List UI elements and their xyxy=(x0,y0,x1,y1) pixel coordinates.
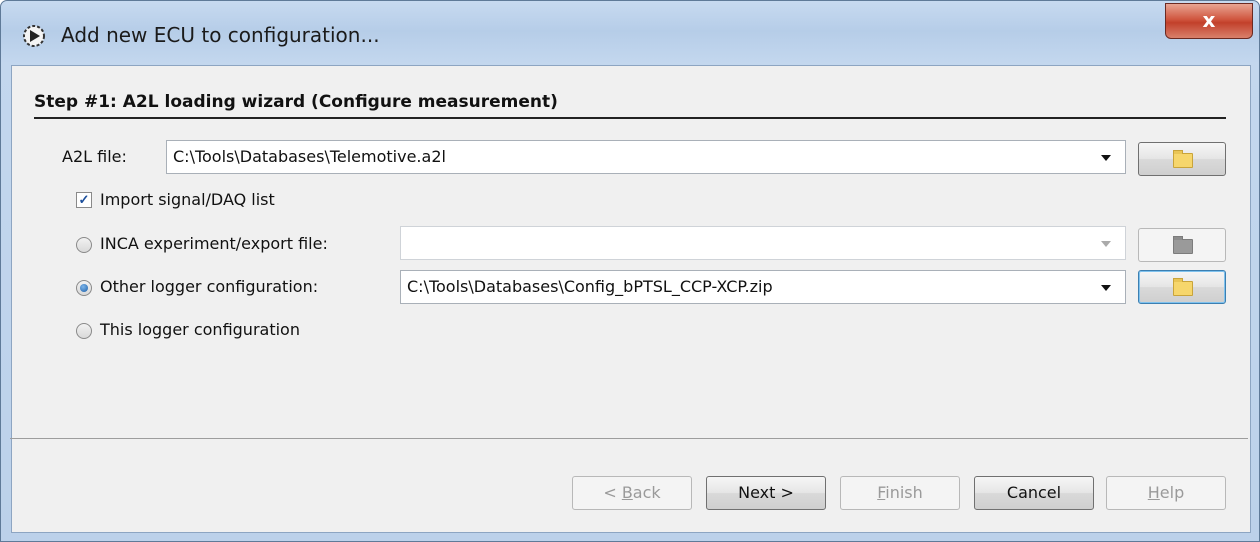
help-button[interactable]: Help xyxy=(1106,476,1226,510)
gear-wizard-icon xyxy=(23,25,45,47)
other-logger-radio[interactable] xyxy=(76,280,92,296)
this-logger-label: This logger configuration xyxy=(100,320,300,339)
other-logger-combo[interactable]: C:\Tools\Databases\Config_bPTSL_CCP-XCP.… xyxy=(400,270,1126,304)
finish-button[interactable]: Finish xyxy=(840,476,960,510)
next-button[interactable]: Next > xyxy=(706,476,826,510)
step-divider xyxy=(34,117,1226,119)
folder-icon xyxy=(1173,236,1193,254)
title-bar[interactable]: Add new ECU to configuration... x xyxy=(1,1,1259,69)
step-title: Step #1: A2L loading wizard (Configure m… xyxy=(34,92,558,112)
chevron-down-icon[interactable] xyxy=(1101,155,1111,161)
cancel-button[interactable]: Cancel xyxy=(974,476,1094,510)
window-title: Add new ECU to configuration... xyxy=(61,23,380,47)
a2l-browse-button[interactable] xyxy=(1138,142,1226,176)
this-logger-radio[interactable] xyxy=(76,323,92,339)
inca-file-combo[interactable] xyxy=(400,226,1126,260)
inca-label: INCA experiment/export file: xyxy=(100,234,328,253)
chevron-down-icon[interactable] xyxy=(1101,241,1111,247)
other-logger-label: Other logger configuration: xyxy=(100,277,319,296)
folder-icon xyxy=(1173,150,1193,168)
chevron-down-icon[interactable] xyxy=(1101,285,1111,291)
back-button[interactable]: < Back xyxy=(572,476,692,510)
close-button[interactable]: x xyxy=(1165,3,1253,39)
import-label: Import signal/DAQ list xyxy=(100,190,275,209)
a2l-file-label: A2L file: xyxy=(62,147,127,166)
import-checkbox[interactable]: ✓ xyxy=(76,192,92,208)
footer-divider xyxy=(10,438,1248,439)
inca-browse-button[interactable] xyxy=(1138,228,1226,262)
a2l-file-value: C:\Tools\Databases\Telemotive.a2l xyxy=(173,147,446,166)
a2l-file-combo[interactable]: C:\Tools\Databases\Telemotive.a2l xyxy=(166,140,1126,174)
folder-icon xyxy=(1173,278,1193,296)
other-logger-value: C:\Tools\Databases\Config_bPTSL_CCP-XCP.… xyxy=(407,277,773,296)
inca-radio[interactable] xyxy=(76,237,92,253)
other-logger-browse-button[interactable] xyxy=(1138,270,1226,304)
